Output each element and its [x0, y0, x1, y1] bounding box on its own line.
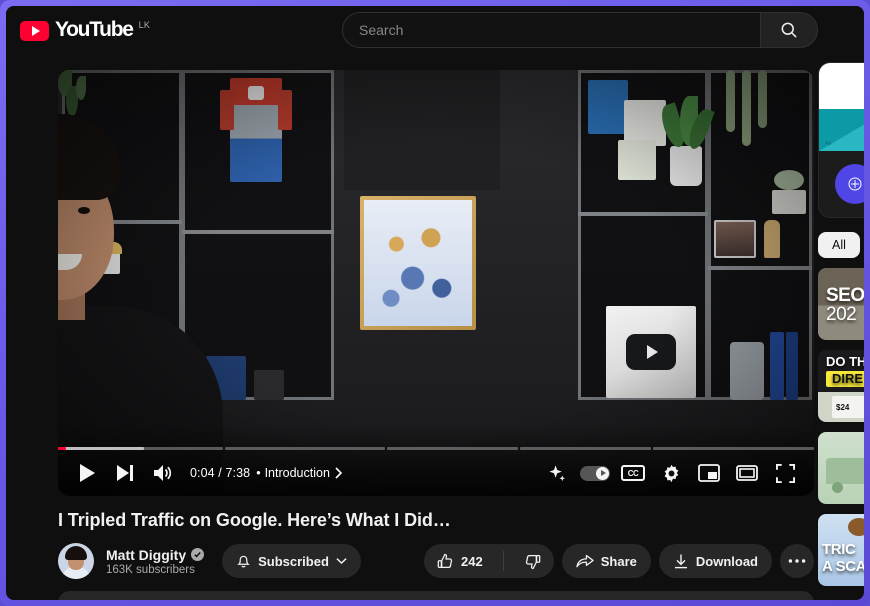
thumbs-down-icon	[525, 554, 541, 569]
ai-sparkle-button[interactable]	[538, 454, 576, 492]
video-thumbnail: DO THI DIRE $24	[818, 350, 864, 422]
thumbs-up-icon	[437, 553, 453, 568]
like-button[interactable]: 242	[424, 544, 496, 578]
gear-icon	[664, 464, 678, 482]
more-actions-button[interactable]	[780, 544, 814, 578]
search-icon	[781, 22, 797, 38]
volume-button[interactable]	[144, 454, 182, 492]
thumbnail-title-line2: A SCA	[822, 557, 864, 575]
play-icon	[79, 464, 95, 482]
thumbnail-title-line2: DIRE	[826, 371, 864, 387]
ad-image: Ad	[819, 63, 864, 151]
chapter-separator: •	[256, 466, 261, 480]
channel-name-row[interactable]: Matt Diggity	[106, 546, 205, 563]
next-button[interactable]	[106, 454, 144, 492]
ad-logo-icon	[835, 164, 864, 204]
channel-avatar[interactable]	[58, 543, 94, 579]
video-thumbnail: Cu	[818, 432, 864, 504]
filter-chips: All	[818, 232, 864, 258]
video-player[interactable]: 0:04 / 7:38 • Introduction CC	[58, 70, 814, 496]
page-content: 0:04 / 7:38 • Introduction CC I Tripled …	[6, 54, 864, 600]
next-track-icon	[116, 465, 133, 481]
chapter-label: Introduction	[264, 466, 330, 480]
autoplay-toggle[interactable]	[580, 465, 610, 481]
search-box[interactable]	[342, 12, 760, 48]
masthead: YouTube LK	[6, 6, 864, 54]
fullscreen-icon	[775, 463, 795, 483]
time-display: 0:04 / 7:38	[190, 466, 251, 480]
dislike-button[interactable]	[511, 544, 554, 578]
settings-button[interactable]	[652, 454, 690, 492]
download-button[interactable]: Download	[658, 544, 772, 578]
thumbnail-title-line1: TRIC	[822, 541, 856, 559]
thumbnail-title-line1: SEO	[826, 284, 864, 306]
primary-column: 0:04 / 7:38 • Introduction CC I Tripled …	[6, 54, 814, 600]
share-button[interactable]: Share	[561, 544, 651, 578]
video-thumbnail: TRIC A SCA	[818, 514, 864, 586]
subscribed-button[interactable]: Subscribed	[222, 544, 361, 578]
search-input[interactable]	[359, 22, 760, 38]
ad-card[interactable]: Ad Dorm SHUTTLE	[818, 62, 864, 218]
ad-body: Dorm SHUTTLE	[819, 151, 864, 217]
closed-captions-icon: CC	[621, 465, 645, 481]
description-card[interactable]: 6.3K views 2 weeks ago	[58, 591, 814, 600]
list-item[interactable]: Cu	[818, 432, 864, 504]
play-button[interactable]	[68, 454, 106, 492]
youtube-logo[interactable]: YouTube LK	[16, 18, 150, 42]
list-item[interactable]: TRIC A SCA	[818, 514, 864, 586]
video-title: I Tripled Traffic on Google. Here’s What…	[58, 510, 451, 530]
chapter-link[interactable]: • Introduction	[256, 466, 343, 480]
like-dislike-group: 242	[424, 544, 554, 578]
chevron-down-icon	[336, 558, 347, 565]
channel-name: Matt Diggity	[106, 546, 187, 563]
fullscreen-button[interactable]	[766, 454, 804, 492]
bell-icon	[237, 555, 250, 568]
sparkle-ai-icon	[548, 464, 565, 481]
miniplayer-icon	[698, 464, 720, 482]
country-code-label: LK	[138, 20, 151, 30]
owner-info: Matt Diggity 163K subscribers	[106, 546, 205, 576]
secondary-column: Ad Dorm SHUTTLE All	[814, 54, 864, 600]
subscribed-label: Subscribed	[258, 553, 329, 569]
youtube-app: YouTube LK Search 0:04 / 7:38 • Introduc…	[6, 6, 864, 600]
download-label: Download	[695, 553, 758, 569]
screenshot-frame: YouTube LK Search 0:04 / 7:38 • Introduc…	[0, 0, 870, 606]
list-item[interactable]: SEO 202	[818, 268, 864, 340]
player-controls: 0:04 / 7:38 • Introduction CC	[58, 450, 814, 496]
action-buttons: 242 Share Download	[424, 544, 814, 578]
chip-all[interactable]: All	[818, 232, 860, 258]
youtube-wordmark: YouTube	[55, 18, 134, 41]
more-horizontal-icon	[788, 559, 806, 563]
captions-button[interactable]: CC	[614, 454, 652, 492]
like-count: 242	[461, 553, 483, 569]
search-button[interactable]	[760, 12, 818, 48]
theater-button[interactable]	[728, 454, 766, 492]
thumbnail-title-line1: DO THI	[826, 354, 864, 369]
video-thumbnail: SEO 202	[818, 268, 864, 340]
owner-row: Matt Diggity 163K subscribers Subscribed…	[58, 543, 814, 579]
verified-badge-icon	[191, 548, 205, 561]
theater-mode-icon	[736, 465, 758, 481]
download-icon	[674, 554, 687, 568]
chevron-right-icon	[335, 467, 343, 479]
thumbnail-title-line2: 202	[826, 304, 857, 325]
miniplayer-button[interactable]	[690, 454, 728, 492]
search-bar	[342, 12, 818, 48]
youtube-play-icon	[20, 21, 49, 41]
share-label: Share	[600, 553, 637, 569]
autoplay-button[interactable]	[576, 454, 614, 492]
volume-icon	[154, 465, 172, 481]
subscriber-count: 163K subscribers	[106, 563, 195, 576]
share-arrow-icon	[576, 554, 594, 568]
list-item[interactable]: DO THI DIRE $24	[818, 350, 864, 422]
action-divider	[502, 551, 504, 571]
